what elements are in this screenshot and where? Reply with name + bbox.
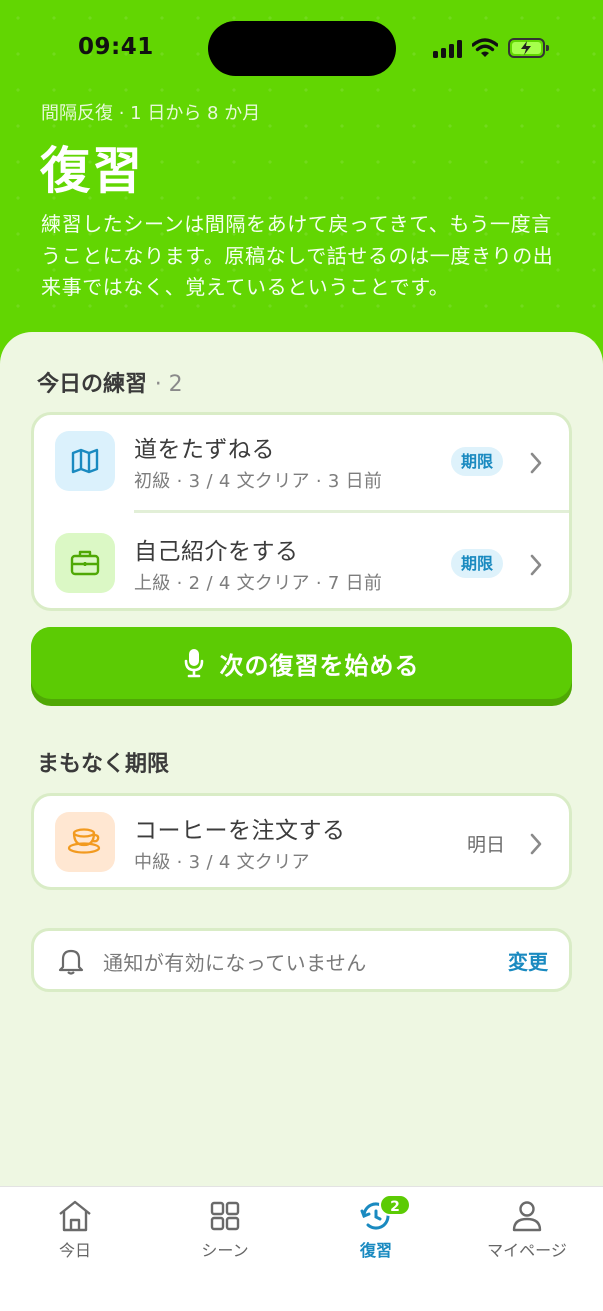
item-name: コーヒーを注文する [134,818,346,844]
briefcase-icon [55,533,115,593]
tab-my-page[interactable]: マイページ [452,1187,602,1277]
page-title: 復習 [40,142,144,200]
notice-text: 通知が有効になっていません [103,951,367,975]
today-title: 今日の練習 [37,372,148,397]
start-review-label: 次の復習を始める [219,651,420,680]
section-title-today: 今日の練習 · 2 [37,366,183,398]
change-notification-link[interactable]: 変更 [508,946,548,975]
tab-label: 今日 [58,1241,91,1260]
tab-today[interactable]: 今日 [0,1187,150,1277]
chevron-right-icon [530,452,542,474]
item-meta: 中級 · 3 / 4 文クリア [134,852,310,873]
due-badge: 期限 [451,549,504,578]
cellular-signal-icon [433,40,465,58]
list-item-order-coffee[interactable]: コーヒーを注文する 中級 · 3 / 4 文クリア 明日 [34,796,569,893]
start-review-button[interactable]: 次の復習を始める [31,627,572,706]
person-icon [512,1201,542,1232]
item-meta: 初級 · 3 / 4 文クリア · 3 日前 [134,471,383,492]
item-name: 自己紹介をする [134,539,299,565]
header-intro: 練習したシーンは間隔をあけて戻ってきて、もう一度言うことになります。原稿なしで話… [41,212,554,299]
grid-icon [210,1201,240,1231]
coffee-cup-icon [55,812,115,872]
item-meta: 上級 · 2 / 4 文クリア · 7 日前 [134,573,383,594]
bell-icon [58,949,84,975]
tab-bar: 今日 シーン 2 復習 マイページ [0,1186,603,1311]
tab-label: マイページ [487,1241,567,1260]
tab-scenes[interactable]: シーン [150,1187,300,1277]
divider [134,510,569,513]
section-title-upcoming: まもなく期限 [37,752,170,777]
upcoming-card: コーヒーを注文する 中級 · 3 / 4 文クリア 明日 [31,793,572,890]
chevron-right-icon [530,554,542,576]
tab-label: 復習 [359,1241,392,1260]
map-icon [55,431,115,491]
today-practice-card: 道をたずねる 初級 · 3 / 4 文クリア · 3 日前 期限 自己紹介をする… [31,412,572,611]
home-icon [59,1200,91,1232]
notification-notice: 通知が有効になっていません 変更 [31,928,572,992]
microphone-icon [184,649,203,678]
status-time: 09:41 [78,34,154,60]
today-count: · 2 [154,372,183,397]
item-name: 道をたずねる [134,437,275,463]
tab-label: シーン [201,1241,249,1260]
status-bar: 09:41 [0,0,603,96]
list-item-ask-directions[interactable]: 道をたずねる 初級 · 3 / 4 文クリア · 3 日前 期限 [34,415,569,512]
battery-charging-icon [508,38,550,58]
due-badge: 期限 [451,447,504,476]
header-eyebrow: 間隔反復 · 1 日から 8 か月 [41,103,261,124]
chevron-right-icon [530,833,542,855]
list-item-self-introduction[interactable]: 自己紹介をする 上級 · 2 / 4 文クリア · 7 日前 期限 [34,517,569,614]
dynamic-island [208,21,396,76]
wifi-icon [472,38,498,57]
due-label: 明日 [467,834,506,856]
review-count-badge: 2 [379,1194,411,1216]
tab-review[interactable]: 2 復習 [301,1187,451,1277]
